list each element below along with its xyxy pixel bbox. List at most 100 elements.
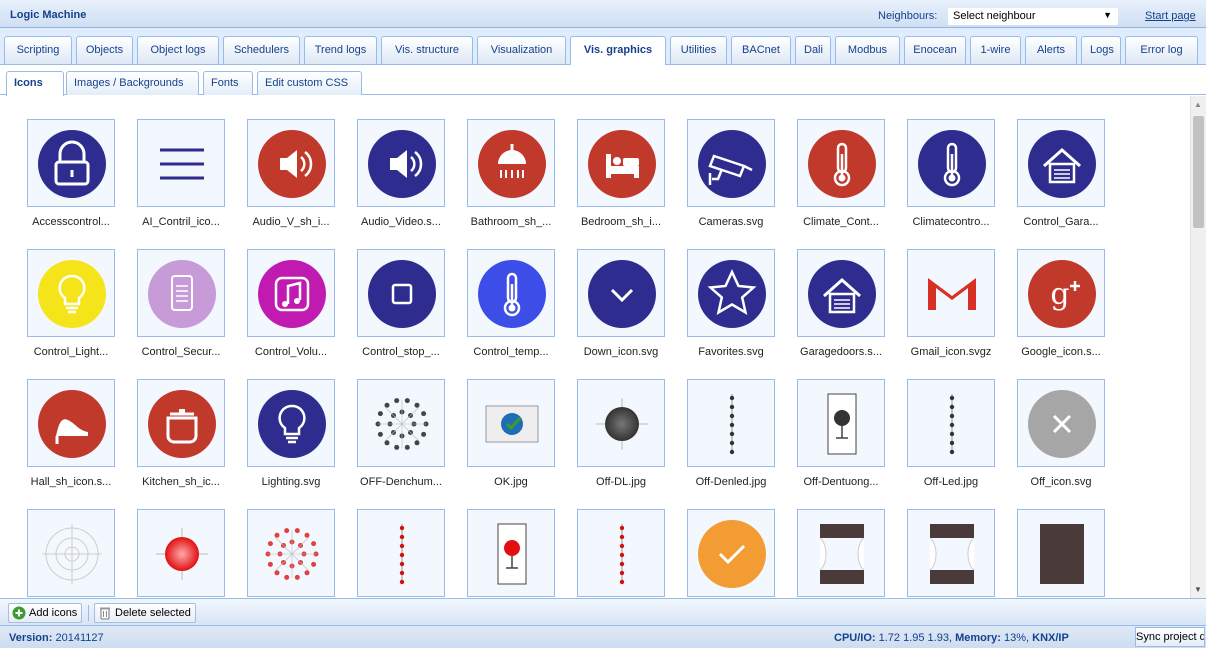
icon-thumbnail[interactable] [247, 509, 335, 597]
tab-object-logs[interactable]: Object logs [137, 36, 219, 64]
vertical-scrollbar[interactable]: ▲ ▼ [1190, 96, 1206, 598]
add-icons-button[interactable]: Add icons [8, 603, 83, 623]
tab-logs[interactable]: Logs [1081, 36, 1121, 64]
subtab-fonts[interactable]: Fonts [203, 71, 253, 95]
icon-tile[interactable]: Climatecontro... [892, 119, 1002, 239]
icon-thumbnail[interactable] [357, 119, 445, 207]
icon-tile[interactable] [672, 509, 782, 598]
icon-tile[interactable]: AI_Contril_ico... [122, 119, 232, 239]
icon-thumbnail[interactable] [137, 119, 225, 207]
icon-tile[interactable]: Hall_sh_icon.s... [12, 379, 122, 499]
icon-thumbnail[interactable] [797, 249, 885, 337]
icon-thumbnail[interactable] [467, 119, 555, 207]
icon-tile[interactable]: Control_stop_... [342, 249, 452, 369]
icon-thumbnail[interactable] [467, 249, 555, 337]
icon-tile[interactable]: Cameras.svg [672, 119, 782, 239]
icon-tile[interactable]: Off_icon.svg [1002, 379, 1112, 499]
icon-thumbnail[interactable] [907, 119, 995, 207]
sync-project-data-button[interactable]: Sync project data [1135, 627, 1205, 647]
icon-tile[interactable]: Off-DL.jpg [562, 379, 672, 499]
icon-tile[interactable]: Control_Volu... [232, 249, 342, 369]
icon-thumbnail[interactable] [577, 119, 665, 207]
icon-thumbnail[interactable] [357, 509, 445, 597]
icon-tile[interactable]: Gmail_icon.svgz [892, 249, 1002, 369]
subtab-icons[interactable]: Icons [6, 71, 64, 96]
icon-tile[interactable]: g Google_icon.s... [1002, 249, 1112, 369]
icon-thumbnail[interactable] [247, 119, 335, 207]
icon-tile[interactable]: OK.jpg [452, 379, 562, 499]
icon-thumbnail[interactable] [27, 249, 115, 337]
icon-thumbnail[interactable] [687, 509, 775, 597]
icon-tile[interactable]: Off-Led.jpg [892, 379, 1002, 499]
tab-trend-logs[interactable]: Trend logs [304, 36, 377, 64]
icon-tile[interactable]: Off-Dentuong... [782, 379, 892, 499]
icon-thumbnail[interactable] [467, 379, 555, 467]
icon-thumbnail[interactable] [577, 509, 665, 597]
start-page-link[interactable]: Start page [1145, 10, 1196, 22]
icon-tile[interactable]: Off-Denled.jpg [672, 379, 782, 499]
icon-thumbnail[interactable] [577, 249, 665, 337]
scroll-thumb[interactable] [1193, 116, 1204, 228]
icon-thumbnail[interactable] [1017, 509, 1105, 597]
tab-enocean[interactable]: Enocean [904, 36, 966, 64]
delete-selected-button[interactable]: Delete selected [94, 603, 196, 623]
icon-thumbnail[interactable] [357, 249, 445, 337]
scroll-up-icon[interactable]: ▲ [1194, 100, 1202, 109]
icon-thumbnail[interactable] [27, 379, 115, 467]
icon-tile[interactable]: Garagedoors.s... [782, 249, 892, 369]
icon-tile[interactable]: Bedroom_sh_i... [562, 119, 672, 239]
tab-1-wire[interactable]: 1-wire [970, 36, 1021, 64]
icon-tile[interactable] [452, 509, 562, 598]
icon-thumbnail[interactable] [27, 509, 115, 597]
icon-thumbnail[interactable] [357, 379, 445, 467]
tab-dali[interactable]: Dali [795, 36, 831, 64]
icon-tile[interactable]: Climate_Cont... [782, 119, 892, 239]
icon-thumbnail[interactable] [797, 379, 885, 467]
icon-thumbnail[interactable] [687, 379, 775, 467]
icon-thumbnail[interactable] [797, 509, 885, 597]
tab-schedulers[interactable]: Schedulers [223, 36, 300, 64]
icon-tile[interactable]: Favorites.svg [672, 249, 782, 369]
icon-thumbnail[interactable] [907, 509, 995, 597]
icon-thumbnail[interactable] [137, 249, 225, 337]
tab-alerts[interactable]: Alerts [1025, 36, 1077, 64]
icon-thumbnail[interactable] [1017, 379, 1105, 467]
icon-thumbnail[interactable] [577, 379, 665, 467]
icon-tile[interactable] [782, 509, 892, 598]
icon-thumbnail[interactable]: g [1017, 249, 1105, 337]
icon-thumbnail[interactable] [1017, 119, 1105, 207]
icon-thumbnail[interactable] [247, 249, 335, 337]
icon-tile[interactable] [1002, 509, 1112, 598]
icon-tile[interactable]: Lighting.svg [232, 379, 342, 499]
scroll-down-icon[interactable]: ▼ [1194, 585, 1202, 594]
icon-tile[interactable]: Down_icon.svg [562, 249, 672, 369]
icon-thumbnail[interactable] [137, 379, 225, 467]
tab-scripting[interactable]: Scripting [4, 36, 72, 64]
icon-tile[interactable]: Accesscontrol... [12, 119, 122, 239]
icon-thumbnail[interactable] [467, 509, 555, 597]
icon-tile[interactable] [342, 509, 452, 598]
subtab-images-backgrounds[interactable]: Images / Backgrounds [66, 71, 199, 95]
icon-tile[interactable] [12, 509, 122, 598]
icon-thumbnail[interactable] [687, 249, 775, 337]
icon-thumbnail[interactable] [247, 379, 335, 467]
icon-tile[interactable] [562, 509, 672, 598]
icon-tile[interactable] [122, 509, 232, 598]
tab-modbus[interactable]: Modbus [835, 36, 900, 64]
icon-tile[interactable]: Kitchen_sh_ic... [122, 379, 232, 499]
tab-utilities[interactable]: Utilities [670, 36, 727, 64]
icon-tile[interactable]: Control_Gara... [1002, 119, 1112, 239]
tab-vis-structure[interactable]: Vis. structure [381, 36, 473, 64]
subtab-edit-custom-css[interactable]: Edit custom CSS [257, 71, 362, 95]
neighbours-select[interactable]: Select neighbour ▼ [948, 8, 1118, 25]
icon-tile[interactable]: Bathroom_sh_... [452, 119, 562, 239]
icon-thumbnail[interactable] [907, 379, 995, 467]
icon-tile[interactable] [892, 509, 1002, 598]
tab-bacnet[interactable]: BACnet [731, 36, 791, 64]
tab-objects[interactable]: Objects [76, 36, 133, 64]
icon-thumbnail[interactable] [27, 119, 115, 207]
icon-thumbnail[interactable] [797, 119, 885, 207]
icon-thumbnail[interactable] [137, 509, 225, 597]
icon-tile[interactable]: Audio_Video.s... [342, 119, 452, 239]
tab-vis-graphics[interactable]: Vis. graphics [570, 36, 666, 65]
